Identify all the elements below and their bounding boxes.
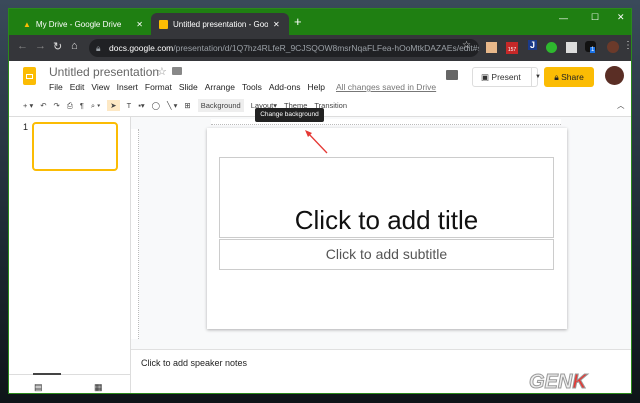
image-tool[interactable]: ▪▾	[138, 101, 144, 110]
folder-icon[interactable]	[172, 67, 182, 75]
close-tab-icon[interactable]: ✕	[136, 20, 143, 29]
filmstrip-panel: 1 ▤ ▦	[9, 117, 131, 393]
menu-format[interactable]: Format	[145, 82, 172, 92]
genk-watermark: GENK	[529, 371, 588, 394]
paint-format-button[interactable]: ¶	[80, 101, 84, 110]
bookmark-star-icon[interactable]: ☆	[462, 40, 471, 51]
slide-thumbnail[interactable]	[32, 122, 118, 171]
menu-slide[interactable]: Slide	[179, 82, 198, 92]
slide-number: 1	[23, 122, 29, 132]
close-tab-icon[interactable]: ✕	[273, 20, 280, 29]
extension-icon[interactable]	[486, 42, 497, 53]
menu-tools[interactable]: Tools	[242, 82, 262, 92]
back-button[interactable]: ←	[17, 40, 28, 52]
calendar-extension-icon[interactable]: 157	[506, 42, 518, 54]
extension-icon[interactable]: 1	[585, 41, 596, 53]
account-avatar[interactable]	[605, 66, 624, 85]
new-slide-button[interactable]: + ▾	[23, 101, 33, 110]
browser-window: ▲ My Drive - Google Drive ✕ Untitled prese…	[8, 8, 632, 394]
minimize-button[interactable]: —	[559, 13, 568, 23]
filmstrip-view-icon[interactable]: ▤	[34, 382, 43, 393]
slides-logo[interactable]	[23, 67, 36, 85]
tab-bar: ▲ My Drive - Google Drive ✕ Untitled prese…	[9, 9, 631, 35]
present-dropdown[interactable]: ▼	[531, 68, 541, 86]
lock-icon: 🔒︎	[554, 72, 559, 82]
red-arrow-annotation	[305, 130, 328, 154]
maximize-button[interactable]: ☐	[591, 12, 599, 23]
subtitle-placeholder[interactable]: Click to add subtitle	[219, 239, 554, 270]
document-title[interactable]: Untitled presentation	[49, 65, 159, 79]
grid-view-icon[interactable]: ▦	[94, 382, 103, 393]
menu-view[interactable]: View	[91, 82, 109, 92]
close-window-button[interactable]: ✕	[617, 12, 625, 23]
lock-icon: 🔒︎	[96, 43, 101, 53]
comment-add-button[interactable]: ⊞	[184, 101, 190, 110]
app-header: Untitled presentation ☆ File Edit View Inse…	[9, 61, 631, 95]
text-box-tool[interactable]: T	[127, 101, 132, 110]
profile-avatar[interactable]	[607, 41, 619, 53]
reload-button[interactable]: ↻	[53, 40, 62, 53]
present-button[interactable]: ▣ Present ▼	[472, 67, 541, 87]
undo-button[interactable]: ↶	[40, 101, 46, 110]
slides-icon	[159, 19, 168, 29]
address-bar-row: ← → ↻ ⌂ 🔒︎ docs.google.com/presentation/d…	[9, 35, 631, 61]
zoom-button[interactable]: ⌕ ▾	[91, 101, 100, 111]
collapse-toolbar-icon[interactable]: ︿	[617, 100, 625, 111]
slide[interactable]: Click to add title Click to add subtitle	[207, 128, 567, 329]
redo-button[interactable]: ↷	[54, 101, 60, 110]
menu-help[interactable]: Help	[308, 82, 325, 92]
menu-edit[interactable]: Edit	[70, 82, 85, 92]
green-extension-icon[interactable]	[546, 42, 557, 53]
share-button[interactable]: 🔒︎ Share	[544, 67, 594, 87]
home-button[interactable]: ⌂	[71, 40, 78, 52]
divider	[9, 374, 131, 375]
comments-icon[interactable]	[446, 70, 458, 80]
new-tab-button[interactable]: +	[294, 14, 302, 29]
present-icon: ▣	[481, 72, 492, 82]
title-placeholder[interactable]: Click to add title	[219, 157, 554, 238]
qr-extension-icon[interactable]	[566, 42, 577, 53]
tooltip: Change background	[255, 108, 324, 122]
background-button[interactable]: Background	[197, 99, 244, 112]
vertical-ruler[interactable]	[131, 129, 139, 339]
menu-addons[interactable]: Add-ons	[269, 82, 301, 92]
line-tool[interactable]: ╲ ▾	[167, 101, 177, 110]
url-input[interactable]: 🔒︎ docs.google.com/presentation/d/1Q7hz4R…	[89, 39, 479, 57]
menu-arrange[interactable]: Arrange	[205, 82, 235, 92]
select-tool[interactable]: ➤	[107, 100, 120, 111]
menu-bar: File Edit View Insert Format Slide Arrange Tool…	[49, 82, 443, 92]
tab-untitled-presentation[interactable]: Untitled presentation - Google Sl✕	[151, 13, 289, 35]
j-extension-icon[interactable]: J	[528, 40, 538, 50]
chrome-menu-icon[interactable]: ⋮	[623, 40, 631, 51]
save-status-link[interactable]: All changes saved in Drive	[336, 82, 436, 92]
print-button[interactable]: ⎙	[67, 101, 73, 111]
forward-button[interactable]: →	[35, 40, 46, 52]
star-icon[interactable]: ☆	[157, 65, 167, 78]
drive-icon: ▲	[23, 19, 31, 29]
menu-file[interactable]: File	[49, 82, 63, 92]
slide-canvas: Click to add title Click to add subtitle	[131, 117, 631, 349]
shape-tool[interactable]: ◯	[152, 101, 160, 110]
tab-my-drive[interactable]: ▲ My Drive - Google Drive ✕	[15, 13, 151, 35]
menu-insert[interactable]: Insert	[117, 82, 138, 92]
